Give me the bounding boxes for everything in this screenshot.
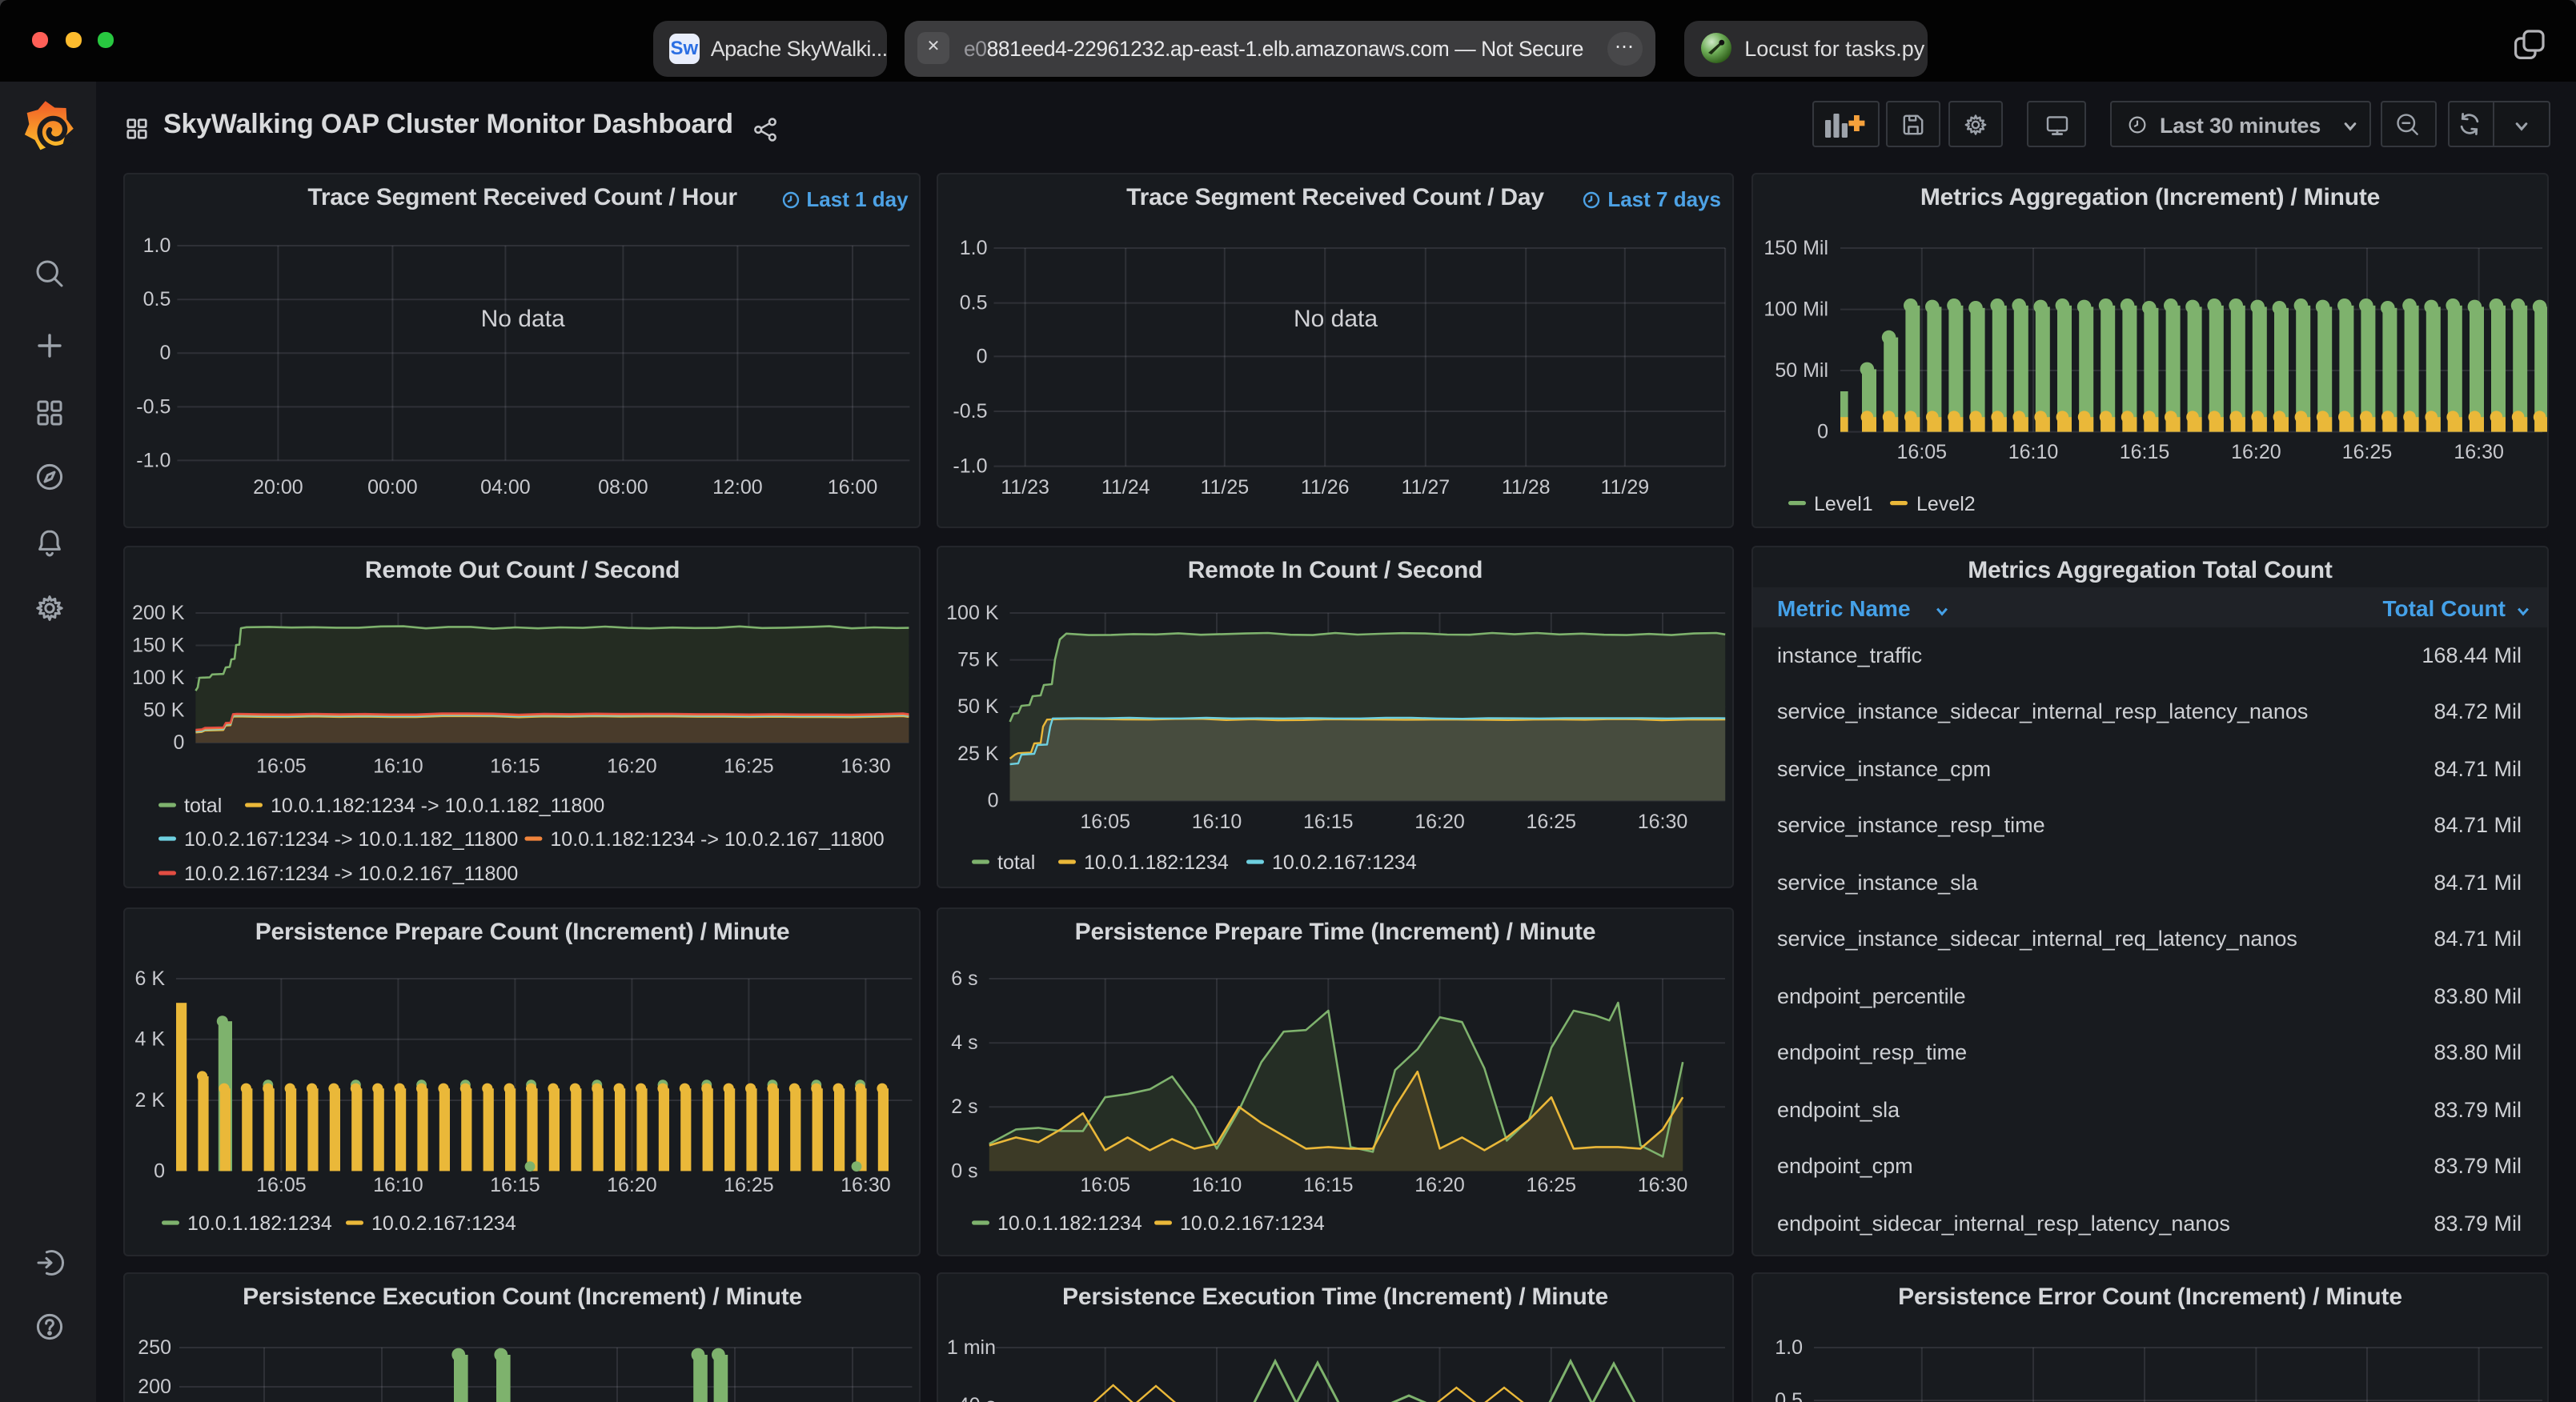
svg-text:00:00: 00:00: [368, 476, 419, 499]
svg-text:100 K: 100 K: [946, 601, 999, 623]
svg-text:16:05: 16:05: [1080, 1174, 1130, 1196]
svg-text:0: 0: [174, 731, 185, 753]
svg-text:0: 0: [154, 1160, 166, 1182]
svg-text:50 Mil: 50 Mil: [1775, 359, 1828, 382]
svg-text:1.0: 1.0: [1775, 1336, 1803, 1359]
svg-text:20:00: 20:00: [254, 476, 304, 499]
svg-text:10.0.2.167:1234 -> 10.0.2.167_: 10.0.2.167:1234 -> 10.0.2.167_11800: [185, 862, 519, 884]
svg-text:0 s: 0 s: [951, 1160, 977, 1182]
svg-text:16:15: 16:15: [1303, 1174, 1354, 1196]
svg-text:Level2: Level2: [1916, 493, 1976, 515]
svg-text:10.0.2.167:1234: 10.0.2.167:1234: [1272, 851, 1417, 873]
svg-text:11/23: 11/23: [1001, 476, 1049, 499]
svg-text:0.5: 0.5: [960, 292, 988, 314]
svg-text:11/27: 11/27: [1401, 476, 1450, 499]
svg-text:0: 0: [1817, 421, 1828, 443]
svg-text:16:05: 16:05: [1080, 810, 1130, 832]
svg-text:16:20: 16:20: [608, 755, 658, 777]
svg-text:50 K: 50 K: [144, 699, 186, 721]
svg-text:6 K: 6 K: [135, 967, 166, 990]
svg-text:0.5: 0.5: [1775, 1389, 1803, 1402]
svg-text:16:10: 16:10: [2008, 441, 2059, 463]
svg-text:10.0.2.167:1234: 10.0.2.167:1234: [372, 1212, 517, 1235]
svg-text:-1.0: -1.0: [137, 449, 171, 471]
svg-text:16:15: 16:15: [2120, 441, 2170, 463]
svg-text:11/29: 11/29: [1600, 476, 1649, 499]
svg-text:16:10: 16:10: [374, 755, 424, 777]
svg-text:16:10: 16:10: [374, 1174, 424, 1196]
svg-text:16:15: 16:15: [491, 755, 541, 777]
svg-text:10.0.1.182:1234 -> 10.0.2.167_: 10.0.1.182:1234 -> 10.0.2.167_11800: [551, 827, 885, 850]
svg-text:150 Mil: 150 Mil: [1763, 237, 1828, 259]
svg-text:1.0: 1.0: [960, 237, 988, 259]
svg-text:16:20: 16:20: [1414, 1174, 1465, 1196]
svg-text:11/25: 11/25: [1200, 476, 1249, 499]
svg-text:16:30: 16:30: [841, 755, 892, 777]
svg-text:16:30: 16:30: [841, 1174, 892, 1196]
svg-text:16:05: 16:05: [1897, 441, 1948, 463]
svg-text:0: 0: [977, 345, 988, 367]
svg-text:0.5: 0.5: [143, 288, 171, 310]
svg-text:-0.5: -0.5: [137, 395, 171, 418]
svg-text:200 K: 200 K: [133, 601, 186, 623]
svg-text:10.0.1.182:1234: 10.0.1.182:1234: [1084, 851, 1229, 873]
svg-text:04:00: 04:00: [481, 476, 532, 499]
svg-text:16:20: 16:20: [2231, 441, 2281, 463]
svg-text:1.0: 1.0: [143, 234, 171, 257]
svg-text:Level1: Level1: [1814, 493, 1873, 515]
svg-text:11/28: 11/28: [1502, 476, 1551, 499]
svg-text:16:15: 16:15: [1303, 810, 1354, 832]
svg-text:200: 200: [138, 1376, 172, 1398]
svg-text:16:25: 16:25: [1527, 810, 1577, 832]
svg-text:0: 0: [160, 342, 171, 364]
svg-text:-0.5: -0.5: [953, 400, 987, 423]
svg-text:16:25: 16:25: [1527, 1174, 1577, 1196]
svg-text:12:00: 12:00: [713, 476, 764, 499]
svg-text:100 K: 100 K: [133, 666, 186, 688]
svg-text:16:00: 16:00: [828, 476, 878, 499]
svg-text:total: total: [997, 851, 1035, 873]
svg-text:-1.0: -1.0: [953, 455, 987, 478]
svg-text:150 K: 150 K: [133, 634, 186, 656]
svg-text:10.0.1.182:1234 -> 10.0.1.182_: 10.0.1.182:1234 -> 10.0.1.182_11800: [271, 794, 605, 816]
svg-text:10.0.2.167:1234: 10.0.2.167:1234: [1180, 1212, 1325, 1235]
svg-text:16:20: 16:20: [1414, 810, 1465, 832]
svg-text:total: total: [185, 794, 223, 816]
svg-text:10.0.1.182:1234: 10.0.1.182:1234: [997, 1212, 1142, 1235]
svg-text:100 Mil: 100 Mil: [1763, 298, 1828, 321]
svg-text:2 s: 2 s: [951, 1096, 977, 1118]
svg-text:16:20: 16:20: [608, 1174, 658, 1196]
svg-text:250: 250: [138, 1336, 172, 1359]
svg-text:16:25: 16:25: [724, 1174, 775, 1196]
svg-text:16:25: 16:25: [724, 755, 775, 777]
svg-text:16:30: 16:30: [2454, 441, 2504, 463]
svg-text:16:30: 16:30: [1638, 810, 1688, 832]
svg-text:10.0.2.167:1234 -> 10.0.1.182_: 10.0.2.167:1234 -> 10.0.1.182_11800: [185, 827, 519, 850]
svg-text:16:05: 16:05: [257, 1174, 307, 1196]
svg-text:16:10: 16:10: [1192, 1174, 1242, 1196]
svg-text:50 K: 50 K: [957, 695, 999, 717]
svg-text:2 K: 2 K: [135, 1089, 166, 1112]
svg-text:16:15: 16:15: [491, 1174, 541, 1196]
svg-text:16:10: 16:10: [1192, 810, 1242, 832]
svg-text:1 min: 1 min: [947, 1336, 996, 1359]
svg-text:08:00: 08:00: [599, 476, 649, 499]
svg-text:11/24: 11/24: [1101, 476, 1150, 499]
svg-text:16:05: 16:05: [257, 755, 307, 777]
svg-text:4 K: 4 K: [135, 1028, 166, 1051]
svg-text:75 K: 75 K: [957, 648, 999, 671]
svg-text:16:30: 16:30: [1638, 1174, 1688, 1196]
svg-text:40 s: 40 s: [958, 1394, 996, 1402]
svg-text:10.0.1.182:1234: 10.0.1.182:1234: [188, 1212, 333, 1235]
svg-text:16:25: 16:25: [2342, 441, 2393, 463]
svg-text:6 s: 6 s: [951, 967, 977, 990]
svg-text:0: 0: [988, 789, 999, 811]
svg-text:11/26: 11/26: [1301, 476, 1350, 499]
svg-text:4 s: 4 s: [951, 1031, 977, 1054]
svg-text:25 K: 25 K: [957, 742, 999, 764]
